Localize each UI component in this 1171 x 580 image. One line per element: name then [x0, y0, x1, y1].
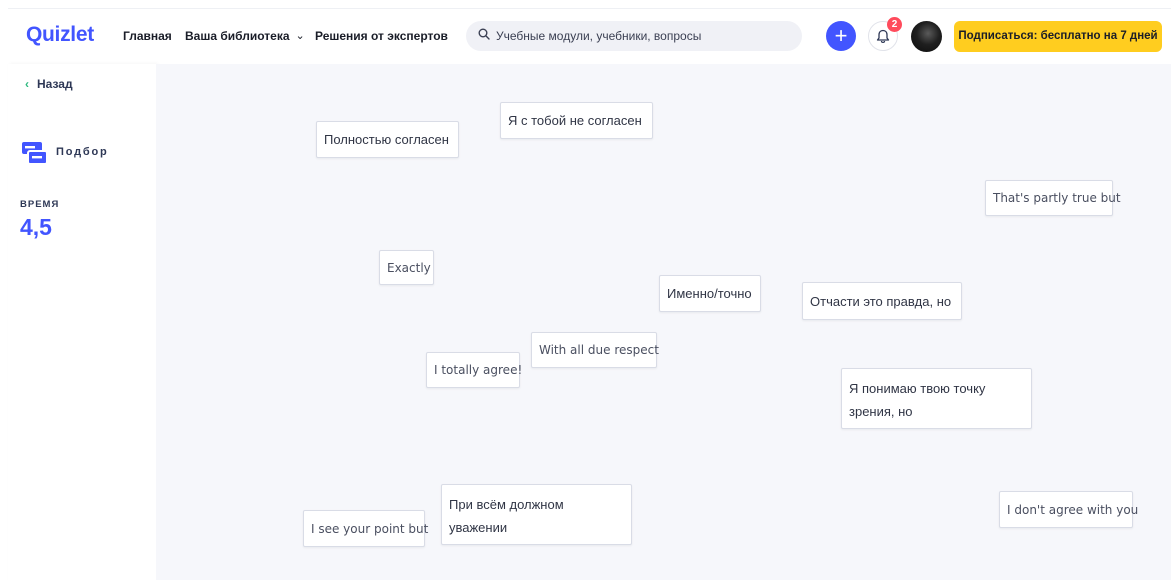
- nav-home-link[interactable]: Главная: [123, 29, 172, 43]
- match-card[interactable]: I don't agree with you: [999, 491, 1138, 528]
- notification-count-badge: 2: [887, 17, 902, 32]
- match-card[interactable]: При всём должном уважении: [441, 484, 632, 545]
- match-card[interactable]: That's partly true but: [985, 180, 1121, 216]
- match-card[interactable]: I see your point but: [303, 510, 428, 547]
- match-card[interactable]: Я с тобой не согласен: [500, 102, 653, 139]
- search-placeholder: Учебные модули, учебники, вопросы: [496, 29, 702, 43]
- create-button[interactable]: +: [826, 21, 856, 51]
- search-input[interactable]: Учебные модули, учебники, вопросы: [466, 21, 802, 51]
- nav-experts-link[interactable]: Решения от экспертов: [315, 29, 448, 43]
- match-card[interactable]: Отчасти это правда, но: [802, 282, 962, 320]
- match-card[interactable]: Именно/точно: [659, 275, 761, 312]
- time-label: ВРЕМЯ: [20, 199, 60, 210]
- nav-library-dropdown[interactable]: Ваша библиотека ⌄: [185, 29, 305, 43]
- quizlet-logo[interactable]: Quizlet: [26, 23, 94, 47]
- nav-library-label: Ваша библиотека: [185, 29, 290, 43]
- subscribe-button[interactable]: Подписаться: бесплатно на 7 дней: [954, 21, 1162, 52]
- search-icon: [478, 28, 490, 40]
- match-card[interactable]: Exactly: [379, 250, 434, 285]
- match-card[interactable]: With all due respect: [531, 332, 659, 368]
- match-card[interactable]: Полностью согласен: [316, 121, 459, 158]
- timer-value: 4,5: [20, 214, 52, 240]
- match-card[interactable]: Я понимаю твою точку зрения, но: [841, 368, 1032, 429]
- chevron-down-icon: ⌄: [295, 30, 305, 42]
- back-button[interactable]: ‹ Назад: [25, 77, 73, 91]
- chevron-left-icon: ‹: [25, 77, 29, 91]
- plus-icon: +: [834, 23, 848, 48]
- match-game-board: Полностью согласен Я с тобой не согласен…: [156, 64, 1171, 580]
- match-mode-icon: [22, 142, 48, 165]
- match-card[interactable]: I totally agree!: [426, 352, 522, 388]
- sidebar: ‹ Назад Подбор ВРЕМЯ 4,5: [8, 64, 156, 580]
- back-label: Назад: [37, 77, 73, 91]
- top-navigation-bar: Quizlet Главная Ваша библиотека ⌄ Решения…: [8, 8, 1171, 65]
- bell-icon: [876, 29, 890, 43]
- user-avatar[interactable]: [911, 21, 942, 52]
- mode-label: Подбор: [56, 146, 109, 158]
